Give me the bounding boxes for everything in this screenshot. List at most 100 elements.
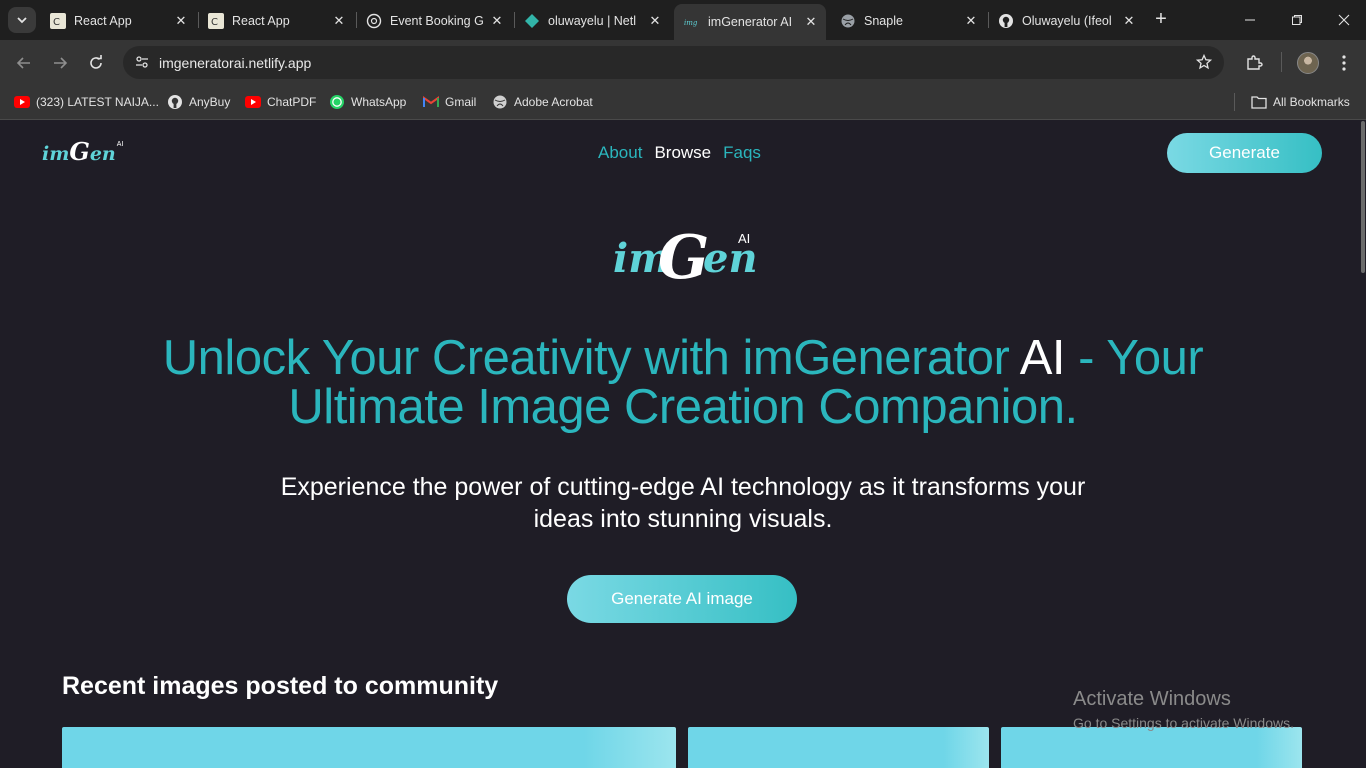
restore-button[interactable] [1285, 8, 1309, 32]
bookmarks-bar: (323) LATEST NAIJA... AnyBuy ChatPDF Wha… [0, 85, 1366, 120]
github-icon [998, 13, 1014, 29]
extensions-button[interactable] [1241, 50, 1267, 76]
tab-title: Event Booking G [390, 13, 484, 28]
hero-text: - Your [1065, 331, 1204, 385]
close-icon[interactable]: ✕ [172, 12, 190, 30]
logo-part: en [89, 143, 116, 165]
tab-search-button[interactable] [8, 7, 36, 33]
youtube-icon [245, 94, 261, 110]
close-icon[interactable]: ✕ [488, 12, 506, 30]
bookmark-item[interactable]: AnyBuy [167, 92, 230, 112]
restore-icon [1292, 15, 1302, 25]
bookmark-item[interactable]: Gmail [423, 92, 476, 112]
browser-tab[interactable]: Event Booking G ✕ [356, 5, 512, 36]
chatgpt-icon [366, 13, 382, 29]
generate-ai-image-button[interactable]: Generate AI image [567, 575, 797, 623]
chevron-down-icon [17, 17, 27, 24]
logo-part: G [69, 137, 90, 166]
folder-icon [1251, 94, 1267, 110]
globe-icon [492, 94, 508, 110]
scrollbar-thumb[interactable] [1361, 121, 1365, 273]
tab-title: Oluwayelu (Ifeol [1022, 13, 1112, 28]
logo-ai-badge: AI [116, 141, 124, 148]
minimize-button[interactable] [1238, 8, 1262, 32]
bookmark-item[interactable]: ChatPDF [245, 92, 316, 112]
close-icon[interactable]: ✕ [330, 12, 348, 30]
generate-button[interactable]: Generate [1167, 133, 1322, 173]
globe-icon [840, 13, 856, 29]
bookmark-star-icon[interactable] [1194, 52, 1214, 72]
community-image-card[interactable] [688, 727, 989, 768]
nav-link-about[interactable]: About [598, 143, 642, 163]
tab-title: Snaple [864, 13, 903, 28]
logo-part: G [658, 223, 710, 293]
forward-button[interactable] [47, 50, 73, 76]
menu-button[interactable] [1331, 50, 1357, 76]
bookmarks-divider [1234, 93, 1235, 111]
arrow-left-icon [16, 57, 30, 69]
browser-toolbar: imgeneratorai.netlify.app [0, 40, 1366, 85]
toolbar-divider [1281, 52, 1282, 72]
close-icon [1338, 14, 1350, 26]
netlify-icon [524, 13, 540, 29]
bookmark-item[interactable]: Adobe Acrobat [492, 92, 593, 112]
browser-tab[interactable]: oluwayelu | Netl ✕ [514, 5, 670, 36]
bookmark-item[interactable]: WhatsApp [329, 92, 406, 112]
bookmark-label: AnyBuy [189, 95, 231, 109]
hero-highlight: AI [1019, 331, 1066, 385]
hero-text: Ultimate Image Creation Companion. [288, 380, 1078, 434]
close-icon[interactable]: ✕ [802, 13, 820, 31]
bookmark-label: Gmail [445, 95, 477, 109]
tab-title: React App [232, 13, 290, 28]
whatsapp-icon [329, 94, 345, 110]
all-bookmarks-button[interactable]: All Bookmarks [1251, 92, 1350, 112]
main-nav: About Browse Faqs [598, 143, 761, 163]
back-button[interactable] [11, 50, 37, 76]
browser-tab[interactable]: Oluwayelu (Ifeol ✕ [988, 5, 1144, 36]
bookmark-label: WhatsApp [351, 95, 407, 109]
svg-text:img: img [684, 19, 698, 27]
page-scrollbar[interactable] [1360, 121, 1366, 768]
tab-title: oluwayelu | Netl [548, 13, 637, 28]
close-icon[interactable]: ✕ [962, 12, 980, 30]
window-close-button[interactable] [1332, 8, 1356, 32]
imgen-icon: img [684, 14, 700, 30]
browser-tab-active[interactable]: img imGenerator AI ✕ [674, 4, 826, 40]
site-logo[interactable]: im G en AI [42, 137, 123, 177]
bookmark-label: (323) LATEST NAIJA... [36, 95, 159, 109]
puzzle-icon [1247, 55, 1263, 70]
reload-icon [90, 55, 102, 69]
page-viewport: im G en AI About Browse Faqs Generate im… [0, 121, 1366, 768]
close-icon[interactable]: ✕ [646, 12, 664, 30]
site-info-icon[interactable] [131, 51, 153, 73]
react-app-icon: C [208, 12, 224, 29]
logo-part: im [42, 143, 70, 165]
reload-button[interactable] [83, 50, 109, 76]
github-icon [167, 94, 183, 110]
tab-title: imGenerator AI [708, 15, 793, 29]
browser-tab[interactable]: Snaple ✕ [830, 5, 986, 36]
hero-text: Unlock Your Creativity with imGenerator [162, 331, 1020, 385]
browser-tab[interactable]: C React App ✕ [40, 5, 196, 36]
close-icon[interactable]: ✕ [1120, 12, 1138, 30]
community-image-card[interactable] [1001, 727, 1302, 768]
bookmark-item[interactable]: (323) LATEST NAIJA... [14, 92, 159, 112]
browser-tab[interactable]: C React App ✕ [198, 5, 354, 36]
nav-link-faqs[interactable]: Faqs [723, 143, 761, 163]
bookmark-label: ChatPDF [267, 95, 317, 109]
address-bar[interactable]: imgeneratorai.netlify.app [123, 46, 1224, 79]
nav-link-browse[interactable]: Browse [654, 143, 711, 163]
tab-title: React App [74, 13, 132, 28]
community-image-card[interactable] [62, 727, 676, 768]
activate-windows-subtitle: Go to Settings to activate Windows. [1073, 715, 1294, 731]
profile-avatar[interactable] [1297, 52, 1319, 74]
new-tab-button[interactable]: + [1150, 8, 1172, 30]
hero-heading: Unlock Your Creativity with imGenerator … [60, 334, 1306, 432]
arrow-right-icon [54, 57, 68, 69]
url-text: imgeneratorai.netlify.app [159, 55, 312, 71]
activate-windows-title: Activate Windows [1073, 688, 1231, 710]
hero-logo: im G en AI [611, 221, 761, 301]
bookmark-label: Adobe Acrobat [514, 95, 593, 109]
minimize-icon [1245, 19, 1255, 21]
svg-text:C: C [211, 17, 218, 27]
